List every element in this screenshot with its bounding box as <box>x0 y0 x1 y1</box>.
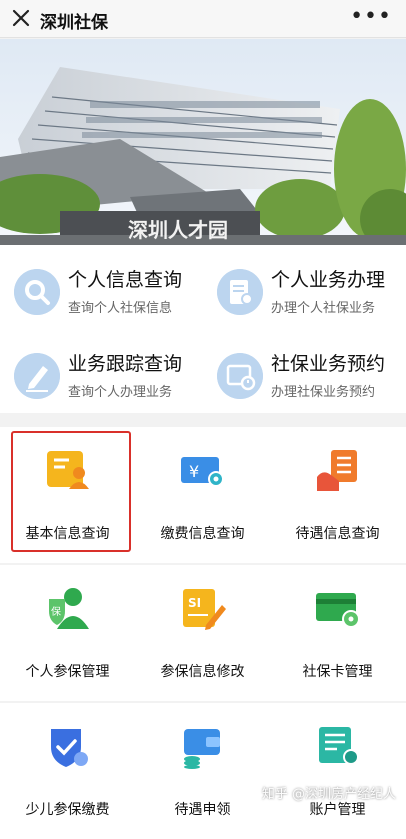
grid-item-insurance-info-edit[interactable]: SI 参保信息修改 <box>135 565 270 701</box>
service-grid-row-2: 保 个人参保管理 SI 参保信息修改 社保卡管理 <box>0 565 406 701</box>
title-bar: 深圳社保 ••• <box>0 0 406 38</box>
more-menu-icon[interactable]: ••• <box>350 7 392 27</box>
quick-item-title: 社保业务预约 <box>271 349 385 376</box>
child-shield-icon <box>43 723 93 769</box>
quick-personal-info-query[interactable]: 个人信息查询 查询个人社保信息 <box>0 257 200 327</box>
grid-item-label: 社保卡管理 <box>270 661 405 681</box>
svg-text:¥: ¥ <box>189 462 199 481</box>
quick-item-subtitle: 查询个人办理业务 <box>68 381 172 400</box>
wallet-coins-icon <box>178 723 228 769</box>
quick-item-title: 个人信息查询 <box>68 265 182 292</box>
edit-document-icon <box>217 269 263 315</box>
grid-item-label: 个人参保管理 <box>0 661 135 681</box>
grid-item-benefit-application[interactable]: 待遇申领 <box>135 703 270 839</box>
service-grid-row-3: 少儿参保缴费 待遇申领 账户管理 <box>0 703 406 839</box>
hand-checklist-icon <box>313 447 363 493</box>
grid-item-child-insurance-payment[interactable]: 少儿参保缴费 <box>0 703 135 839</box>
banner-image: 深圳人才园 <box>0 39 406 245</box>
grid-item-label: 参保信息修改 <box>135 661 270 681</box>
calendar-clock-icon <box>217 353 263 399</box>
page-title: 深圳社保 <box>40 8 108 33</box>
grid-item-label: 缴费信息查询 <box>135 523 270 543</box>
quick-services: 个人信息查询 查询个人社保信息 个人业务办理 办理个人社保业务 业务跟踪查询 查… <box>0 245 406 413</box>
grid-item-label: 待遇申领 <box>135 799 270 819</box>
quick-item-subtitle: 查询个人社保信息 <box>68 297 172 316</box>
grid-item-label: 少儿参保缴费 <box>0 799 135 819</box>
close-icon[interactable] <box>10 7 32 29</box>
banner-sign: 深圳人才园 <box>128 218 228 242</box>
pencil-icon <box>14 353 60 399</box>
selection-highlight <box>11 431 131 552</box>
quick-item-subtitle: 办理个人社保业务 <box>271 297 375 316</box>
insured-person-icon: 保 <box>43 585 93 631</box>
svg-text:保: 保 <box>51 605 61 618</box>
payment-ticket-icon: ¥ <box>178 447 228 493</box>
svg-text:SI: SI <box>188 596 201 610</box>
grid-item-label: 待遇信息查询 <box>270 523 405 543</box>
grid-item-label: 账户管理 <box>270 799 405 819</box>
account-gear-icon <box>313 723 363 769</box>
watermark: 知乎 @深圳房产经纪人 <box>262 783 396 802</box>
grid-item-payment-info-query[interactable]: ¥ 缴费信息查询 <box>135 427 270 563</box>
quick-appointment[interactable]: 社保业务预约 办理社保业务预约 <box>203 341 403 411</box>
quick-item-subtitle: 办理社保业务预约 <box>271 381 375 400</box>
card-gear-icon <box>313 585 363 631</box>
quick-item-title: 个人业务办理 <box>271 265 385 292</box>
grid-item-personal-insurance-management[interactable]: 保 个人参保管理 <box>0 565 135 701</box>
si-edit-icon: SI <box>178 585 228 631</box>
quick-personal-business[interactable]: 个人业务办理 办理个人社保业务 <box>203 257 403 327</box>
quick-item-title: 业务跟踪查询 <box>68 349 182 376</box>
quick-business-tracking[interactable]: 业务跟踪查询 查询个人办理业务 <box>0 341 200 411</box>
grid-item-benefit-info-query[interactable]: 待遇信息查询 <box>270 427 405 563</box>
grid-item-account-management[interactable]: 账户管理 <box>270 703 405 839</box>
search-icon <box>14 269 60 315</box>
grid-item-social-card-management[interactable]: 社保卡管理 <box>270 565 405 701</box>
